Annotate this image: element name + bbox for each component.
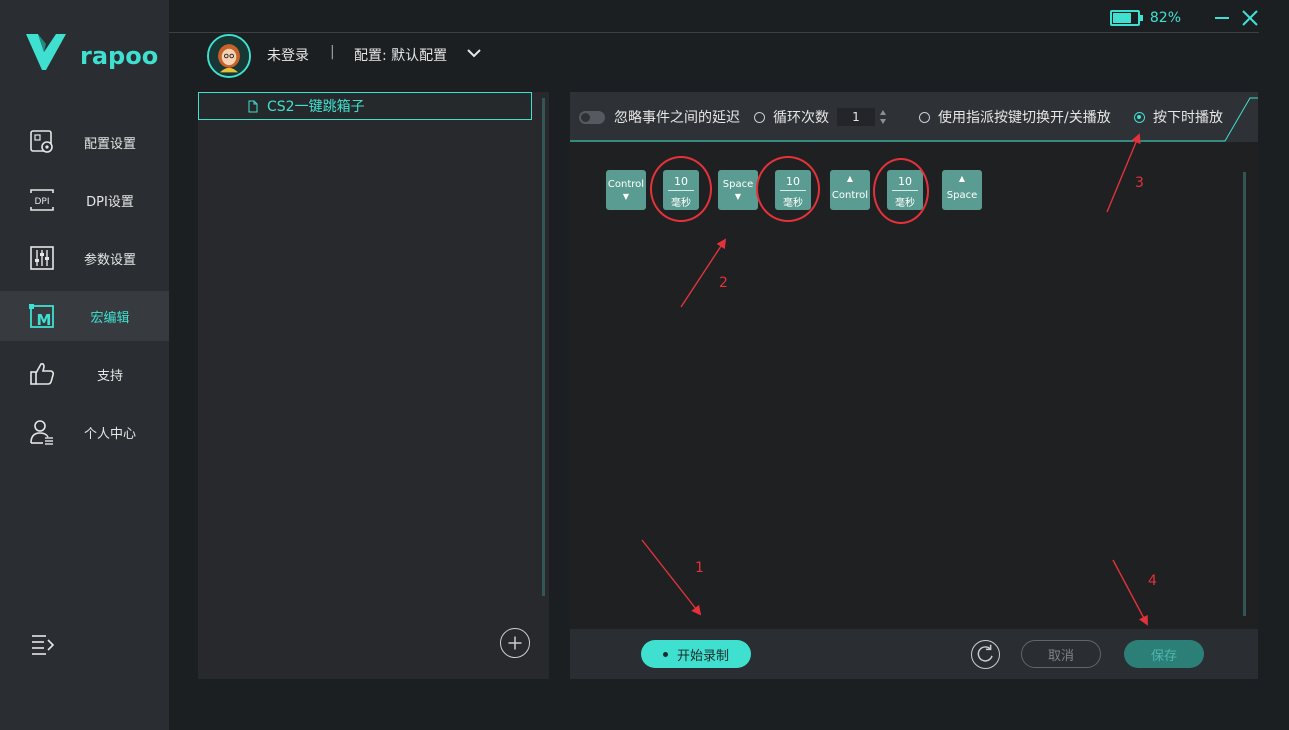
sidebar-item-config[interactable]: 配置设置: [0, 117, 169, 167]
macro-list-scrollbar[interactable]: [542, 98, 545, 596]
ignore-delay-option[interactable]: 忽略事件之间的延迟: [579, 107, 740, 127]
macro-event-canvas: Control ▼ 10 毫秒 Space ▼ 10 毫秒 ▲ Control …: [570, 142, 1258, 629]
key-up-icon: ▲: [958, 174, 966, 183]
editor-footer: 开始录制 取消 保存: [570, 629, 1258, 679]
toggle-play-option[interactable]: 使用指派按键切换开/关播放: [919, 107, 1111, 127]
sidebar-item-user-center[interactable]: 个人中心: [0, 407, 169, 457]
config-icon: [30, 130, 53, 153]
options-bar: 忽略事件之间的延迟 循环次数 1 使用指派按键切换开/关播放 按下时播放: [570, 92, 1258, 142]
key-down-icon: ▼: [622, 192, 630, 201]
loop-count-stepper[interactable]: [879, 109, 887, 125]
sidebar-item-support[interactable]: 支持: [0, 349, 169, 399]
reset-icon[interactable]: [971, 640, 1000, 669]
macro-name: CS2一键跳箱子: [267, 99, 365, 115]
key-down-icon: ▼: [734, 192, 742, 201]
key-name: Space: [946, 190, 978, 201]
event-canvas-scrollbar[interactable]: [1243, 172, 1246, 616]
macro-editor: 忽略事件之间的延迟 循环次数 1 使用指派按键切换开/关播放 按下时播放 Con…: [570, 92, 1258, 679]
loop-option[interactable]: 循环次数 1: [754, 107, 887, 127]
svg-text:DPI: DPI: [34, 197, 49, 207]
save-button[interactable]: 保存: [1124, 640, 1204, 668]
annotation-label-2: 2: [719, 275, 728, 291]
profile-selector-label[interactable]: 配置: 默认配置: [354, 45, 447, 65]
key-name: Control: [831, 190, 869, 201]
sidebar-item-label: 支持: [96, 368, 123, 384]
loop-radio[interactable]: [754, 111, 765, 123]
loop-count-label: 循环次数: [773, 110, 829, 126]
avatar-image: [209, 36, 249, 76]
battery-percent: 82%: [1149, 10, 1181, 26]
sidebar-item-label: DPI设置: [86, 194, 134, 210]
start-record-button[interactable]: 开始录制: [641, 640, 751, 668]
params-icon: [30, 246, 54, 270]
annotation-label-4: 4: [1148, 573, 1157, 589]
annotation-circle: [650, 156, 712, 222]
ignore-delay-toggle[interactable]: [579, 110, 605, 124]
sidebar-item-macro[interactable]: M 宏编辑: [0, 291, 169, 341]
toggle-play-radio[interactable]: [919, 111, 930, 123]
header-separator: |: [330, 44, 335, 60]
user-name[interactable]: 未登录: [267, 45, 309, 65]
key-up-icon: ▲: [846, 174, 854, 183]
macro-list-panel: CS2一键跳箱子: [198, 92, 549, 679]
document-icon: [248, 100, 258, 113]
toggle-play-label: 使用指派按键切换开/关播放: [938, 110, 1111, 126]
user-icon: [30, 420, 53, 445]
svg-text:M: M: [37, 311, 52, 329]
dpi-icon: DPI: [30, 189, 54, 211]
collapse-menu-icon[interactable]: [30, 632, 56, 656]
key-name: Space: [722, 179, 754, 190]
avatar[interactable]: [207, 34, 251, 78]
thumbs-up-icon: [30, 363, 55, 385]
hold-play-radio[interactable]: [1134, 111, 1145, 123]
battery-level-fill: [1112, 13, 1131, 23]
sidebar-item-dpi[interactable]: DPI DPI设置: [0, 175, 169, 225]
annotation-label-3: 3: [1135, 175, 1144, 191]
hold-play-option[interactable]: 按下时播放: [1134, 107, 1223, 127]
cancel-button[interactable]: 取消: [1021, 640, 1101, 668]
close-icon[interactable]: [1241, 9, 1259, 27]
macro-list-item[interactable]: CS2一键跳箱子: [198, 92, 532, 120]
minimize-icon[interactable]: [1213, 9, 1231, 27]
annotation-circle: [873, 158, 929, 224]
sidebar-item-label: 个人中心: [83, 426, 136, 442]
title-bar-controls: 82%: [1109, 8, 1259, 28]
header-divider: [169, 32, 1259, 33]
ignore-delay-label: 忽略事件之间的延迟: [614, 110, 740, 126]
key-event-control-up[interactable]: ▲ Control: [830, 170, 870, 210]
sidebar: rapoo 配置设置 DPI DPI设置 参数设置 M 宏编辑 支持 个人中心: [0, 0, 169, 730]
battery-icon: [1109, 10, 1143, 26]
annotation-label-1: 1: [695, 560, 704, 576]
add-macro-button[interactable]: [500, 628, 530, 658]
sidebar-item-params[interactable]: 参数设置: [0, 233, 169, 283]
sidebar-item-label: 参数设置: [83, 252, 136, 268]
sidebar-item-label: 配置设置: [83, 136, 136, 152]
key-event-control-down[interactable]: Control ▼: [606, 170, 646, 210]
key-event-space-down[interactable]: Space ▼: [718, 170, 758, 210]
sidebar-item-label: 宏编辑: [90, 310, 130, 326]
start-record-label: 开始录制: [676, 648, 729, 664]
brand-name: rapoo: [80, 42, 159, 70]
key-name: Control: [607, 179, 645, 190]
hold-play-label: 按下时播放: [1153, 110, 1223, 126]
key-event-space-up[interactable]: ▲ Space: [942, 170, 982, 210]
record-dot-icon: [662, 651, 668, 657]
loop-count-input[interactable]: 1: [837, 108, 875, 126]
annotation-circle: [756, 156, 820, 222]
macro-icon: M: [29, 304, 54, 329]
chevron-down-icon[interactable]: [466, 46, 482, 60]
